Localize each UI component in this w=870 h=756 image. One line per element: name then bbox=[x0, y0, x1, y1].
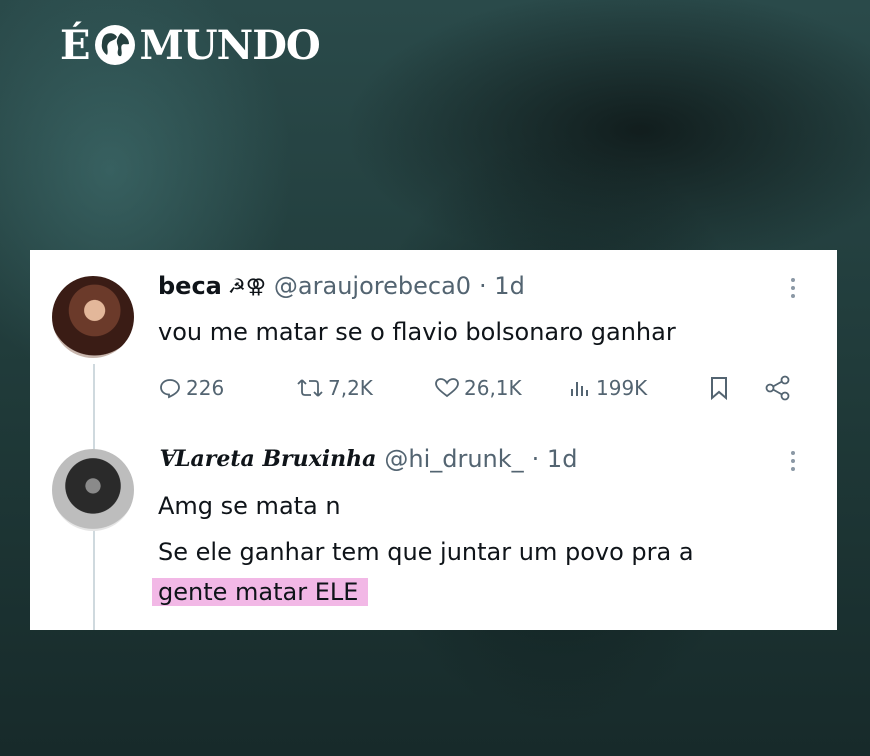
avatar[interactable] bbox=[52, 449, 134, 531]
views-button[interactable]: 199K bbox=[568, 370, 647, 406]
highlighted-text: gente matar ELE bbox=[152, 574, 369, 610]
logo-right-text: MUNDO bbox=[139, 21, 321, 69]
logo-left-text: É bbox=[60, 21, 90, 69]
brand-logo: É MUNDO bbox=[60, 16, 321, 74]
reply-count: 226 bbox=[186, 376, 225, 400]
timestamp[interactable]: · 1d bbox=[479, 272, 525, 300]
like-count: 26,1K bbox=[464, 376, 522, 400]
share-button[interactable] bbox=[764, 370, 796, 406]
tweet-text-line: Amg se mata n bbox=[158, 492, 341, 520]
tweet-thread-card: beca ☭⚢ @araujorebeca0 · 1d vou me matar… bbox=[30, 250, 837, 630]
like-icon bbox=[435, 378, 459, 398]
user-handle[interactable]: @araujorebeca0 bbox=[274, 272, 471, 300]
highlight-span: gente matar ELE bbox=[152, 578, 369, 606]
retweet-button[interactable]: 7,2K bbox=[296, 370, 373, 406]
views-count: 199K bbox=[596, 376, 648, 400]
tweet-text-line: Se ele ganhar tem que juntar um povo pra… bbox=[158, 538, 694, 566]
tweet-header: ⱯLareta Bruxinha @hi_drunk_ · 1d bbox=[158, 445, 577, 473]
retweet-icon bbox=[297, 379, 323, 397]
share-icon bbox=[765, 375, 790, 401]
globe-icon bbox=[94, 25, 135, 65]
timestamp[interactable]: · 1d bbox=[532, 445, 578, 473]
tweet-actions: 226 7,2K 26,1K 199K bbox=[158, 370, 798, 406]
display-name[interactable]: ⱯLareta Bruxinha bbox=[158, 446, 376, 472]
like-button[interactable]: 26,1K bbox=[434, 370, 522, 406]
reply-icon bbox=[160, 379, 180, 399]
more-icon[interactable] bbox=[786, 278, 800, 298]
display-name[interactable]: beca bbox=[158, 272, 222, 300]
views-icon bbox=[571, 382, 588, 396]
bookmark-button[interactable] bbox=[708, 370, 734, 406]
bookmark-icon bbox=[711, 377, 727, 401]
tweet-text: vou me matar se o flavio bolsonaro ganha… bbox=[158, 318, 676, 346]
user-handle[interactable]: @hi_drunk_ bbox=[384, 445, 523, 473]
tweet-header: beca ☭⚢ @araujorebeca0 · 1d bbox=[158, 272, 525, 300]
retweet-count: 7,2K bbox=[328, 376, 373, 400]
reply-button[interactable]: 226 bbox=[158, 370, 224, 406]
avatar[interactable] bbox=[52, 276, 134, 358]
more-icon[interactable] bbox=[786, 451, 800, 471]
name-symbols: ☭⚢ bbox=[227, 274, 266, 298]
